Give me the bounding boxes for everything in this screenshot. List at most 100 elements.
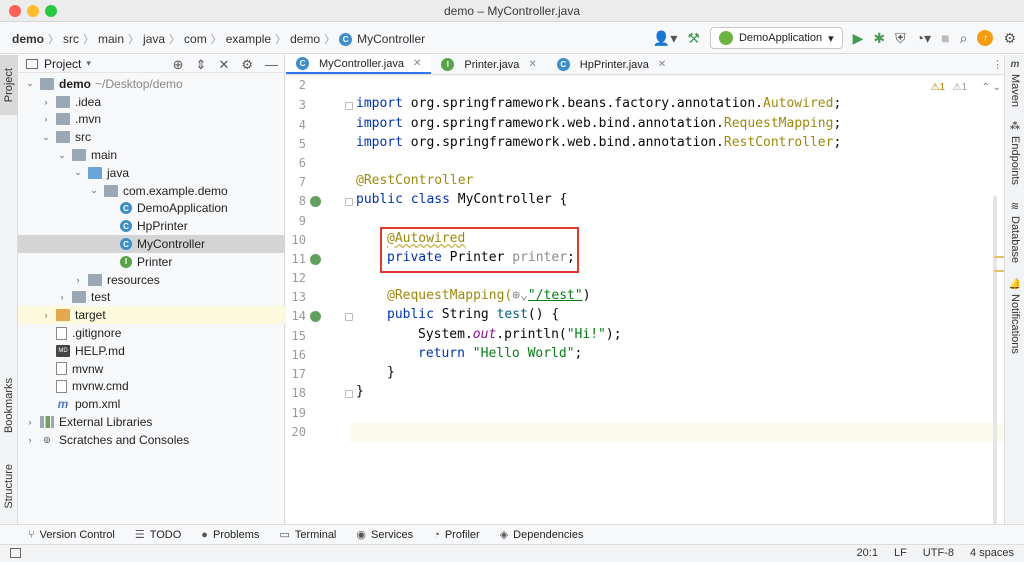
- line-number[interactable]: 10: [286, 233, 306, 247]
- fold-marker-icon[interactable]: [345, 390, 353, 398]
- error-stripe-marker[interactable]: [994, 270, 1004, 272]
- settings-icon[interactable]: ⚙: [1003, 30, 1016, 47]
- chevron-right-icon[interactable]: ›: [40, 114, 52, 124]
- chevron-right-icon[interactable]: ›: [40, 97, 52, 107]
- line-number[interactable]: 12: [286, 271, 306, 285]
- chevron-down-icon[interactable]: ⌄: [56, 150, 68, 161]
- bookmarks-tool-button[interactable]: Bookmarks: [0, 373, 18, 439]
- line-number[interactable]: 14: [286, 309, 306, 323]
- fold-marker-icon[interactable]: [345, 313, 353, 321]
- chevron-down-icon[interactable]: ⌄: [24, 78, 36, 89]
- spring-bean-gutter-icon[interactable]: [310, 254, 321, 265]
- maven-tool-button[interactable]: m Maven: [1005, 59, 1024, 107]
- line-number[interactable]: 6: [286, 156, 306, 170]
- tree-item[interactable]: m pom.xml: [18, 395, 285, 413]
- line-number[interactable]: 8: [286, 194, 306, 208]
- bottom-tool-terminal[interactable]: ▭ Terminal: [279, 528, 336, 542]
- more-tabs-icon[interactable]: ⋮: [992, 58, 1003, 71]
- breadcrumb-item[interactable]: java: [143, 32, 165, 46]
- endpoints-tool-button[interactable]: ⁂ Endpoints: [1005, 121, 1024, 185]
- tree-item[interactable]: › External Libraries: [18, 413, 285, 431]
- editor-tab[interactable]: I Printer.java ✕: [431, 55, 546, 74]
- line-number[interactable]: 7: [286, 175, 306, 189]
- warning-count[interactable]: ⚠1: [930, 82, 945, 93]
- bottom-tool-profiler[interactable]: ◔ Profiler: [433, 529, 480, 541]
- tree-item[interactable]: › ◎ Scratches and Consoles: [18, 431, 285, 449]
- gear-icon[interactable]: ⚙: [241, 57, 253, 73]
- line-number[interactable]: 13: [286, 290, 306, 304]
- code-editor[interactable]: 2 3 4 5 6 7 8 9 10 11 12 13 14 15 16 17 18 19 20 ⚠1 ⚠1 ⌃ ⌄…: [286, 76, 1005, 562]
- user-icon[interactable]: 👤▾: [653, 30, 677, 47]
- breadcrumb-item[interactable]: demo: [290, 32, 320, 46]
- tree-item[interactable]: › .mvn: [18, 111, 285, 129]
- spring-bean-gutter-icon[interactable]: [310, 311, 321, 322]
- line-separator[interactable]: LF: [894, 547, 907, 559]
- locate-icon[interactable]: ⊕: [173, 57, 184, 73]
- tree-item[interactable]: › target: [18, 306, 285, 325]
- breadcrumb-item[interactable]: example: [226, 32, 271, 46]
- breadcrumb-item[interactable]: com: [184, 32, 207, 46]
- collapse-icon[interactable]: ⇕: [196, 57, 207, 73]
- editor-tab[interactable]: C HpPrinter.java ✕: [547, 55, 676, 74]
- indent-setting[interactable]: 4 spaces: [970, 547, 1014, 559]
- structure-tool-button[interactable]: Structure: [0, 453, 18, 519]
- tree-item[interactable]: C HpPrinter: [18, 217, 285, 235]
- line-number[interactable]: 5: [286, 137, 306, 151]
- line-number[interactable]: 4: [286, 118, 306, 132]
- editor-gutter[interactable]: 2 3 4 5 6 7 8 9 10 11 12 13 14 15 16 17 18 19 20: [286, 76, 353, 524]
- tree-item[interactable]: MD HELP.md: [18, 342, 285, 360]
- weak-warning-count[interactable]: ⚠1: [952, 82, 967, 93]
- toggle-tool-windows-icon[interactable]: [10, 548, 21, 558]
- breadcrumb-item-current[interactable]: C MyController: [339, 32, 425, 46]
- tree-item[interactable]: I Printer: [18, 253, 285, 271]
- tree-item[interactable]: .gitignore: [18, 324, 285, 342]
- line-number[interactable]: 9: [286, 214, 306, 228]
- line-number[interactable]: 2: [286, 78, 306, 92]
- chevron-right-icon[interactable]: ›: [24, 417, 36, 427]
- line-number[interactable]: 19: [286, 406, 306, 420]
- bottom-tool-todo[interactable]: ☰ TODO: [135, 528, 181, 542]
- tree-item[interactable]: C DemoApplication: [18, 200, 285, 218]
- notifications-tool-button[interactable]: 🔔 Notifications: [1005, 279, 1024, 354]
- spring-bean-gutter-icon[interactable]: [310, 196, 321, 207]
- coverage-icon[interactable]: ⛨: [895, 30, 906, 47]
- tree-item[interactable]: C MyController: [18, 235, 285, 253]
- chevron-down-icon[interactable]: ⌄: [72, 167, 84, 178]
- project-tool-button[interactable]: Project: [0, 55, 18, 115]
- line-number[interactable]: 20: [286, 425, 306, 439]
- tree-item[interactable]: ⌄ demo ~/Desktop/demo: [18, 75, 285, 93]
- chevron-down-icon[interactable]: ⌄: [88, 185, 100, 196]
- stop-icon[interactable]: ■: [941, 30, 949, 46]
- tree-item[interactable]: mvnw.cmd: [18, 378, 285, 396]
- tree-item[interactable]: › resources: [18, 271, 285, 289]
- editor-tab[interactable]: C MyController.java ✕: [286, 55, 432, 74]
- editor-scrollbar[interactable]: [993, 196, 997, 562]
- chevron-right-icon[interactable]: ›: [24, 435, 36, 445]
- line-number[interactable]: 17: [286, 367, 306, 381]
- close-panel-icon[interactable]: ✕: [218, 57, 229, 73]
- line-number[interactable]: 3: [286, 98, 306, 112]
- tree-item[interactable]: ⌄ main: [18, 146, 285, 164]
- line-number[interactable]: 18: [286, 386, 306, 400]
- editor-nav-arrows[interactable]: ⌃ ⌄: [981, 82, 1001, 93]
- file-encoding[interactable]: UTF-8: [923, 547, 954, 559]
- search-icon[interactable]: ⌕: [960, 30, 968, 47]
- globe-icon[interactable]: ⊕⌄: [512, 288, 528, 303]
- fold-marker-icon[interactable]: [345, 102, 353, 110]
- bottom-tool-dependencies[interactable]: ◈ Dependencies: [500, 528, 584, 542]
- chevron-right-icon[interactable]: ›: [72, 275, 84, 285]
- breadcrumb-item[interactable]: demo: [12, 32, 44, 46]
- caret-position[interactable]: 20:1: [857, 547, 878, 559]
- error-stripe-marker[interactable]: [994, 256, 1004, 258]
- update-icon[interactable]: ↑: [977, 30, 994, 46]
- tree-item[interactable]: › test: [18, 289, 285, 307]
- close-tab-icon[interactable]: ✕: [528, 59, 536, 70]
- database-tool-button[interactable]: ≋ Database: [1005, 201, 1024, 263]
- bottom-tool-version-control[interactable]: ⑂ Version Control: [28, 529, 115, 541]
- chevron-right-icon[interactable]: ›: [56, 292, 68, 302]
- close-tab-icon[interactable]: ✕: [413, 58, 421, 69]
- debug-icon[interactable]: ✱: [873, 30, 885, 47]
- chevron-right-icon[interactable]: ›: [40, 310, 52, 320]
- tree-item[interactable]: ⌄ com.example.demo: [18, 182, 285, 200]
- bottom-tool-problems[interactable]: ● Problems: [201, 529, 259, 541]
